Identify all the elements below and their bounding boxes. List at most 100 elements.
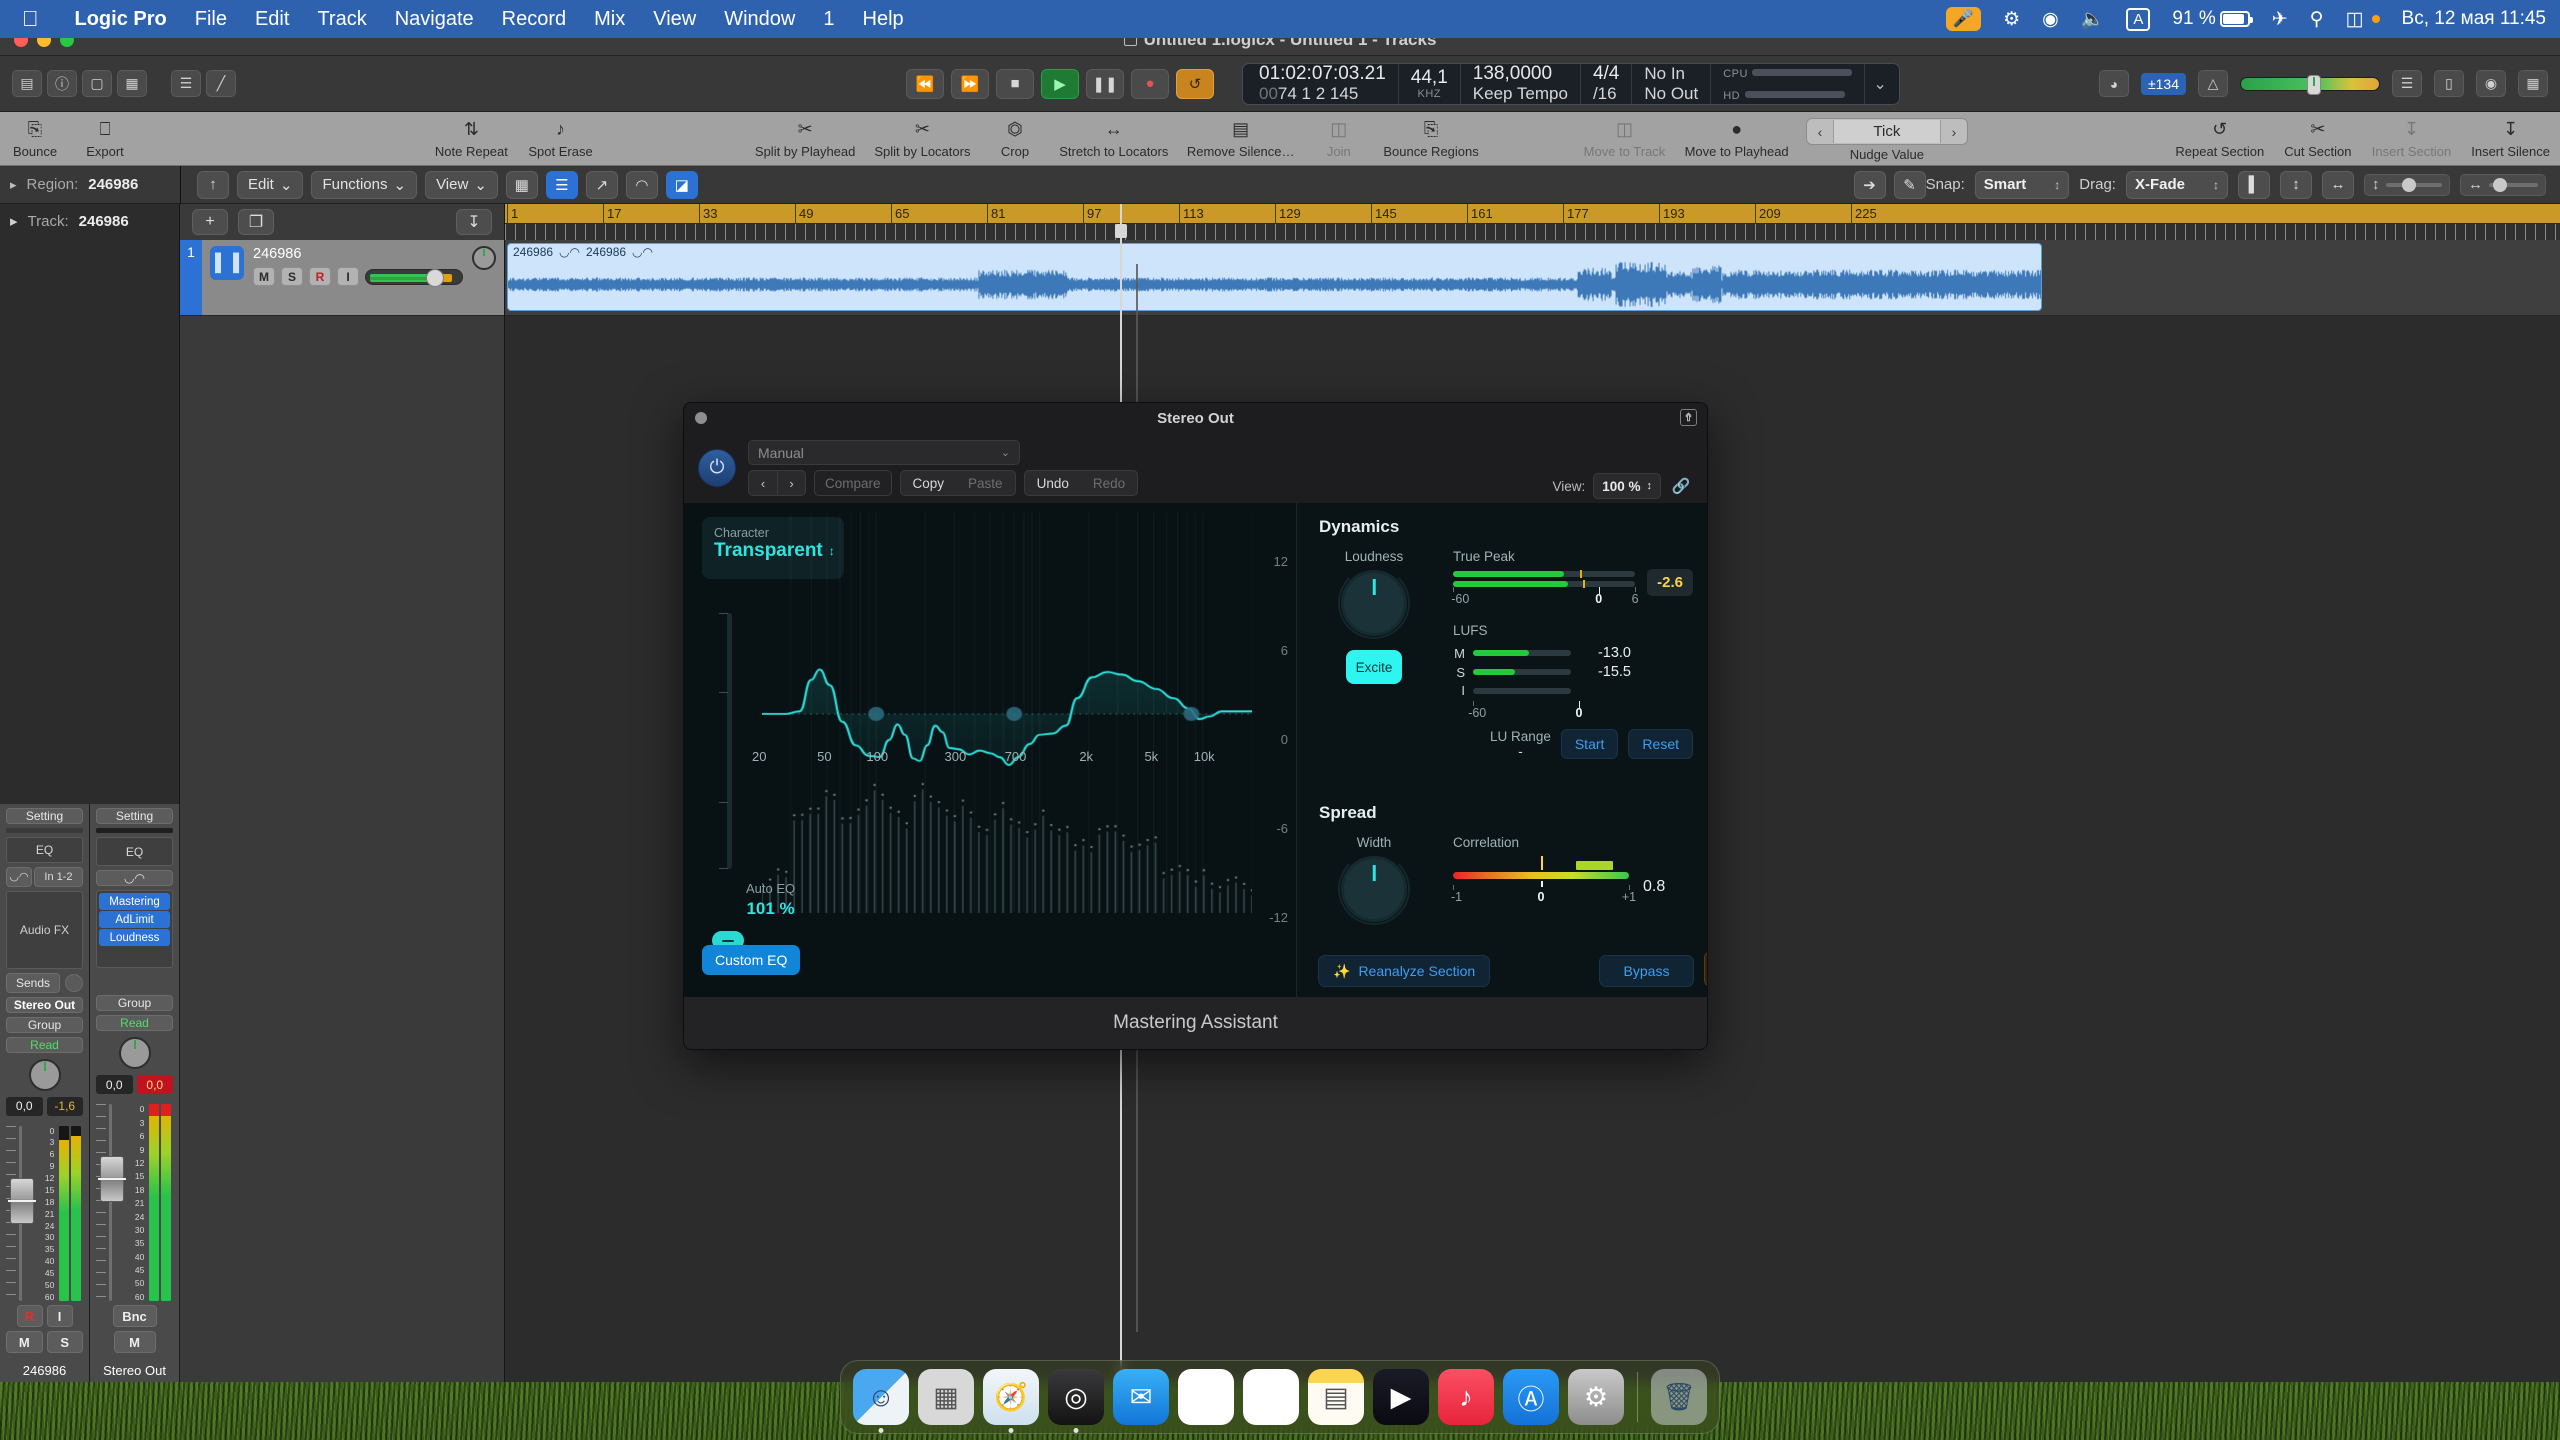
automation-mode[interactable]: Read [96,1015,173,1032]
tool-cut-section[interactable]: ✂ Cut Section [2274,112,2362,160]
system-settings-icon[interactable]: ⚙ [1568,1369,1624,1425]
setting-button[interactable]: Setting [6,808,83,824]
count-in-badge[interactable]: ±134 [2140,72,2186,95]
pan-value[interactable]: 0,0 [96,1075,133,1095]
drag-select[interactable]: X-Fade ↕ [2125,170,2228,199]
eq-graph[interactable]: 20 50 100 300 700 2k 5k 10k [752,513,1252,913]
mute-button[interactable]: M [253,267,275,286]
expand-icon[interactable]: ⇮ [1680,409,1697,426]
nudge-prev-button[interactable]: ‹ [1807,124,1833,140]
eq-display[interactable]: EQ [96,837,173,867]
tool-stretch-to-locators[interactable]: ↔ Stretch to Locators [1050,112,1178,160]
mixer-icon[interactable]: ☰ [171,70,201,97]
group-slot[interactable]: Group [96,995,173,1012]
record-enable-button[interactable]: R [16,1305,43,1327]
track-pan-knob[interactable] [472,246,496,270]
strip-name[interactable]: Stereo Out [96,1357,173,1378]
pointer-tool-icon[interactable]: ➔ [1853,170,1886,199]
lcd-samplerate[interactable]: 44,1 KHZ [1399,63,1461,104]
tool-repeat-section[interactable]: ↺ Repeat Section [2166,112,2274,160]
eq-display[interactable]: EQ [6,836,83,863]
audio-region[interactable]: 246986 ◡◠ 246986 ◡◠ [507,243,2042,311]
list-editors-icon[interactable]: ☰ [2392,70,2422,97]
automation-mode[interactable]: Read [6,1036,83,1053]
preset-nav[interactable]: ‹ › [748,470,806,496]
true-peak-value[interactable]: -2.6 [1647,569,1693,596]
stereo-io-icon[interactable]: ◡◠ [96,870,173,887]
tool-insert-silence[interactable]: ↧ Insert Silence [2461,112,2560,160]
screen-record-icon[interactable]: ◉ [2042,8,2059,31]
tool-remove-silence[interactable]: ▤ Remove Silence… [1178,112,1304,160]
redo-button[interactable]: Redo [1081,471,1137,495]
grid-view-icon[interactable]: ▦ [505,170,538,199]
timeline-subruler[interactable] [505,224,2560,240]
lcd-io[interactable]: No In No Out [1632,63,1712,104]
mute-button[interactable]: M [6,1331,43,1353]
metronome-icon[interactable]: △ [2198,70,2228,97]
app-store-icon[interactable]: Ⓐ [1503,1369,1559,1425]
loudness-compensation-button[interactable]: Loudness Compensation [1704,951,1707,987]
lcd-position[interactable]: 01:02:07:03.21 0074 1 2 145 [1247,63,1399,104]
tool-move-to-playhead[interactable]: ● Move to Playhead [1675,112,1798,160]
region-inspector-header[interactable]: ▸ Region: 246986 [0,176,180,193]
cycle-button[interactable]: ↺ [1176,68,1214,99]
editors-icon[interactable]: ╱ [206,70,236,97]
reanalyze-section-button[interactable]: ✨ Reanalyze Section [1318,955,1491,987]
volume-value[interactable]: 0,0 [136,1075,173,1095]
tool-note-repeat[interactable]: ⇅ Note Repeat [425,112,518,160]
functions-menu-button[interactable]: Functions ⌄ [311,170,418,199]
eq-amount-slider[interactable] [719,613,732,869]
play-button[interactable]: ▶ [1041,68,1079,99]
safari-icon[interactable]: 🧭 [983,1369,1039,1433]
send-knob[interactable] [65,973,83,992]
view-zoom-select[interactable]: 100 % ↕ [1593,473,1661,499]
lcd-display[interactable]: 01:02:07:03.21 0074 1 2 145 44,1 KHZ 138… [1242,62,1900,105]
tool-join[interactable]: ◫ Join [1304,112,1374,160]
nudge-value-field[interactable]: Tick [1832,120,1941,143]
automation-icon[interactable]: ↗ [585,170,618,199]
solo-button[interactable]: S [46,1331,83,1353]
record-enable-button[interactable]: R [309,267,331,286]
compare-button[interactable]: Compare [814,470,892,496]
pan-value[interactable]: 0,0 [6,1096,43,1116]
tool-bounce-regions[interactable]: ⎘ Bounce Regions [1374,112,1489,160]
stereo-io-icon[interactable]: ◡◠ [6,866,32,887]
control-center-icon[interactable]: ◫ [2346,8,2364,31]
wifi-icon[interactable]: ✈︎ [2272,8,2288,31]
lcd-signature[interactable]: 4/4 /16 [1581,63,1633,104]
tool-split-by-locators[interactable]: ✂ Split by Locators [865,112,980,160]
preset-prev-button[interactable]: ‹ [749,471,777,495]
flex-icon[interactable]: ◠ [625,170,658,199]
paste-button[interactable]: Paste [956,471,1015,495]
record-button[interactable]: ● [1131,68,1169,99]
lcd-tempo[interactable]: 138,0000 Keep Tempo [1461,63,1581,104]
solo-button[interactable]: S [281,267,303,286]
tuner-icon[interactable]: ◕ [2098,70,2129,97]
input-monitor-button[interactable]: I [46,1305,73,1327]
audio-waveform-icon[interactable]: ▌▐ [210,246,244,280]
volume-value[interactable]: -1,6 [46,1096,83,1116]
vertical-zoom-slider[interactable]: ↕ [2364,173,2450,196]
setting-button[interactable]: Setting [96,808,173,824]
track-volume-slider[interactable] [365,268,463,287]
stop-button[interactable]: ■ [996,68,1034,99]
menu-track[interactable]: Track [317,8,366,31]
preset-next-button[interactable]: › [777,471,805,495]
view-menu-button[interactable]: View ⌄ [425,170,498,199]
tool-bounce[interactable]: ⎘ Bounce [0,112,70,160]
plugin-slot-loudness[interactable]: Loudness [99,929,170,947]
apple-icon[interactable]:  [14,8,47,30]
fast-forward-button[interactable]: ⏩ [951,68,989,99]
tv-icon[interactable]: ▶ [1373,1369,1429,1425]
plugin-close-button[interactable] [695,412,707,424]
rewind-button[interactable]: ⏪ [906,68,944,99]
volume-icon[interactable]: 🔈 [2081,7,2105,31]
bypass-button[interactable]: Bypass [1599,955,1694,987]
waveform-zoom-icon[interactable]: ▌ [2238,170,2270,199]
plugin-slot-adlimit[interactable]: AdLimit [99,911,170,929]
music-icon[interactable]: ♪ [1438,1369,1494,1425]
bounce-button[interactable]: Bnc [112,1305,157,1327]
tool-spot-erase[interactable]: ♪ Spot Erase [518,112,603,160]
list-view-icon[interactable]: ☰ [545,170,578,199]
battery-status[interactable]: 91 % [2172,8,2253,30]
